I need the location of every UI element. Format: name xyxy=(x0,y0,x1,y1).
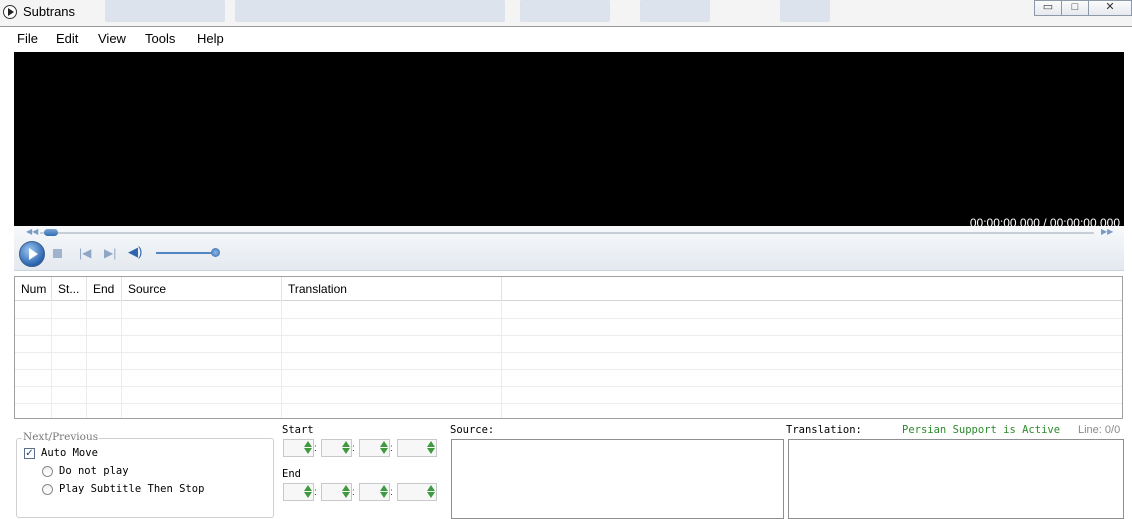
grid-divider xyxy=(121,300,122,418)
source-label: Source: xyxy=(450,424,495,436)
background-blur xyxy=(105,0,225,22)
do-not-play-label[interactable]: Do not play xyxy=(59,465,129,477)
seek-forward-icon[interactable]: ▶▶ xyxy=(1101,227,1113,236)
grid-divider xyxy=(281,300,282,418)
time-readout: 00:00:00.000 / 00:00:00.000 xyxy=(969,216,1120,230)
menu-tools[interactable]: Tools xyxy=(145,31,175,46)
previous-icon[interactable]: |◀ xyxy=(79,246,91,260)
volume-slider[interactable] xyxy=(156,252,216,254)
table-row[interactable] xyxy=(15,369,1122,387)
start-seconds-spinner[interactable] xyxy=(359,439,390,457)
editor-panel: Next/Previous ✓ Auto Move Do not play Pl… xyxy=(14,421,1132,519)
maximize-button[interactable]: □ xyxy=(1061,0,1089,16)
menu-bar: File Edit View Tools Help xyxy=(0,27,1132,51)
background-blur xyxy=(640,0,710,22)
time-separator: : xyxy=(352,487,355,498)
player-controls: 00:00:00.000 / 00:00:00.000 ◀◀ ▶▶ |◀ ▶| … xyxy=(14,216,1124,271)
spin-arrows-icon[interactable] xyxy=(379,441,388,455)
seek-bar[interactable] xyxy=(40,232,1094,234)
translation-label: Translation: xyxy=(786,424,862,436)
auto-move-label[interactable]: Auto Move xyxy=(41,447,98,459)
start-milliseconds-spinner[interactable] xyxy=(397,439,437,457)
start-hours-spinner[interactable] xyxy=(283,439,314,457)
table-row[interactable] xyxy=(15,335,1122,353)
stop-icon[interactable] xyxy=(53,249,62,258)
time-separator: : xyxy=(390,487,393,498)
background-blur xyxy=(780,0,830,22)
spin-arrows-icon[interactable] xyxy=(303,485,312,499)
grid-header: Num St... End Source Translation xyxy=(15,277,1122,301)
play-then-stop-radio[interactable] xyxy=(42,484,53,495)
volume-thumb[interactable] xyxy=(211,248,220,257)
spin-arrows-icon[interactable] xyxy=(379,485,388,499)
start-label: Start xyxy=(282,424,314,436)
seek-back-icon[interactable]: ◀◀ xyxy=(26,227,38,236)
play-then-stop-label[interactable]: Play Subtitle Then Stop xyxy=(59,483,204,495)
end-milliseconds-spinner[interactable] xyxy=(397,483,437,501)
column-header-start[interactable]: St... xyxy=(52,277,87,300)
video-display[interactable] xyxy=(14,52,1124,226)
spin-arrows-icon[interactable] xyxy=(341,485,350,499)
background-blur xyxy=(520,0,610,22)
time-separator: : xyxy=(352,443,355,454)
grid-divider xyxy=(86,300,87,418)
column-header-source[interactable]: Source xyxy=(122,277,282,300)
subtitle-grid[interactable]: Num St... End Source Translation xyxy=(14,276,1123,419)
menu-file[interactable]: File xyxy=(17,31,38,46)
column-header-num[interactable]: Num xyxy=(15,277,52,300)
end-hours-spinner[interactable] xyxy=(283,483,314,501)
end-minutes-spinner[interactable] xyxy=(321,483,352,501)
volume-icon[interactable]: ◀) xyxy=(128,244,142,260)
menu-edit[interactable]: Edit xyxy=(56,31,78,46)
table-row[interactable] xyxy=(15,318,1122,336)
table-row[interactable] xyxy=(15,352,1122,370)
background-blur xyxy=(235,0,505,22)
end-label: End xyxy=(282,468,301,480)
spin-arrows-icon[interactable] xyxy=(303,441,312,455)
column-header-end[interactable]: End xyxy=(87,277,122,300)
minimize-button[interactable]: ▭ xyxy=(1034,0,1062,16)
end-seconds-spinner[interactable] xyxy=(359,483,390,501)
grid-divider xyxy=(501,300,502,418)
window-title: Subtrans xyxy=(23,4,76,19)
time-separator: : xyxy=(314,487,317,498)
spin-arrows-icon[interactable] xyxy=(426,485,435,499)
spin-arrows-icon[interactable] xyxy=(341,441,350,455)
menu-help[interactable]: Help xyxy=(197,31,224,46)
play-icon[interactable] xyxy=(19,241,45,267)
menu-view[interactable]: View xyxy=(98,31,126,46)
line-counter: Line: 0/0 xyxy=(1078,424,1121,436)
do-not-play-radio[interactable] xyxy=(42,466,53,477)
next-previous-title: Next/Previous xyxy=(22,431,100,443)
column-header-translation[interactable]: Translation xyxy=(282,277,502,300)
time-separator: : xyxy=(390,443,393,454)
app-icon xyxy=(3,5,17,19)
seek-thumb[interactable] xyxy=(44,229,58,236)
title-bar: Subtrans ▭ □ ✕ xyxy=(0,0,1132,27)
table-row[interactable] xyxy=(15,386,1122,404)
time-separator: : xyxy=(314,443,317,454)
persian-support-status: Persian Support is Active xyxy=(902,424,1061,436)
auto-move-checkbox[interactable]: ✓ xyxy=(24,448,35,459)
source-textbox[interactable] xyxy=(451,439,784,519)
translation-textbox[interactable] xyxy=(788,439,1124,519)
table-row[interactable] xyxy=(15,301,1122,319)
grid-divider xyxy=(51,300,52,418)
next-icon[interactable]: ▶| xyxy=(104,246,116,260)
start-minutes-spinner[interactable] xyxy=(321,439,352,457)
close-button[interactable]: ✕ xyxy=(1088,0,1132,16)
spin-arrows-icon[interactable] xyxy=(426,441,435,455)
